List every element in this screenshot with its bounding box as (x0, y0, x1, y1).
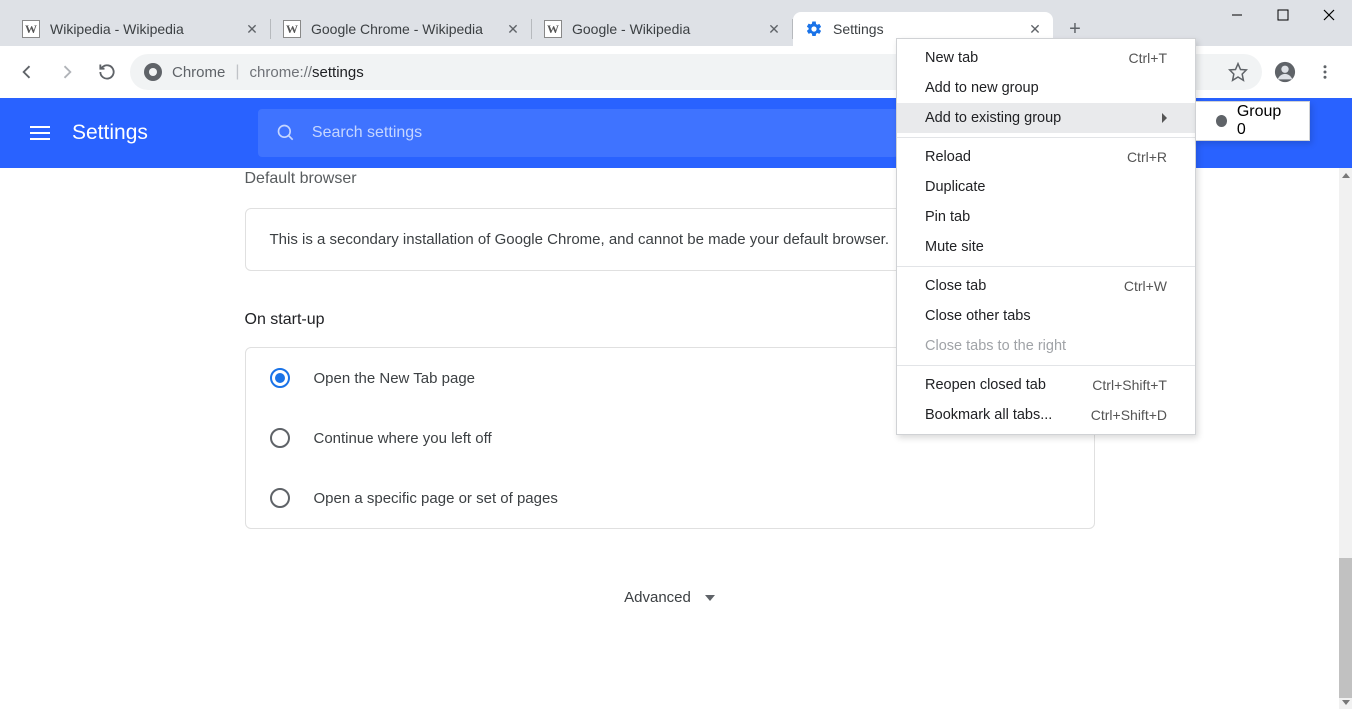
radio-label: Open a specific page or set of pages (314, 490, 558, 507)
menu-item[interactable]: Close other tabs (897, 301, 1195, 331)
menu-shortcut: Ctrl+Shift+D (1091, 407, 1167, 423)
tab-google-wiki[interactable]: W Google - Wikipedia ✕ (532, 12, 792, 46)
menu-item[interactable]: Pin tab (897, 202, 1195, 232)
back-button[interactable] (10, 55, 44, 89)
menu-item[interactable]: Bookmark all tabs... Ctrl+Shift+D (897, 400, 1195, 430)
menu-item-label: Pin tab (925, 209, 970, 225)
menu-item-label: Mute site (925, 239, 984, 255)
default-browser-message: This is a secondary installation of Goog… (270, 231, 890, 248)
menu-item[interactable]: Reopen closed tab Ctrl+Shift+T (897, 370, 1195, 400)
close-icon[interactable]: ✕ (244, 21, 260, 37)
chevron-down-icon (705, 595, 715, 601)
menu-item-label: Add to existing group (925, 110, 1061, 126)
radio-icon[interactable] (270, 368, 290, 388)
settings-search[interactable] (258, 109, 898, 157)
bookmark-star-icon[interactable] (1228, 62, 1248, 82)
tab-title: Settings (833, 21, 1027, 37)
menu-item-label: Bookmark all tabs... (925, 407, 1052, 423)
hamburger-menu-icon[interactable] (30, 121, 54, 145)
window-controls (1214, 0, 1352, 30)
close-icon[interactable]: ✕ (766, 21, 782, 37)
menu-item: Close tabs to the right (897, 331, 1195, 361)
menu-item[interactable]: Reload Ctrl+R (897, 142, 1195, 172)
radio-icon[interactable] (270, 488, 290, 508)
menu-item-label: New tab (925, 50, 978, 66)
radio-icon[interactable] (270, 428, 290, 448)
forward-button[interactable] (50, 55, 84, 89)
reload-button[interactable] (90, 55, 124, 89)
menu-item-label: Reload (925, 149, 971, 165)
radio-label: Open the New Tab page (314, 370, 476, 387)
menu-item-label: Add to new group (925, 80, 1039, 96)
wikipedia-favicon-icon: W (544, 20, 562, 38)
menu-shortcut: Ctrl+R (1127, 149, 1167, 165)
gear-icon (805, 20, 823, 38)
wikipedia-favicon-icon: W (22, 20, 40, 38)
scrollbar[interactable] (1339, 168, 1352, 709)
tab-title: Google - Wikipedia (572, 21, 766, 37)
menu-shortcut: Ctrl+Shift+T (1092, 377, 1167, 393)
menu-item[interactable]: New tab Ctrl+T (897, 43, 1195, 73)
search-icon (276, 123, 296, 143)
menu-shortcut: Ctrl+T (1129, 50, 1168, 66)
chrome-menu-button[interactable] (1308, 55, 1342, 89)
menu-separator (897, 365, 1195, 366)
menu-item[interactable]: Mute site (897, 232, 1195, 262)
advanced-label: Advanced (624, 589, 691, 606)
close-window-button[interactable] (1306, 0, 1352, 30)
tab-title: Google Chrome - Wikipedia (311, 21, 505, 37)
scroll-up-button[interactable] (1339, 168, 1352, 182)
submenu-label: Group 0 (1237, 103, 1289, 139)
menu-item[interactable]: Add to new group (897, 73, 1195, 103)
scroll-down-button[interactable] (1339, 695, 1352, 709)
menu-item-label: Duplicate (925, 179, 985, 195)
menu-item[interactable]: Add to existing group (897, 103, 1195, 133)
menu-item-label: Close tabs to the right (925, 338, 1066, 354)
maximize-button[interactable] (1260, 0, 1306, 30)
submenu-item-group0[interactable]: Group 0 (1196, 106, 1309, 136)
startup-option-specific[interactable]: Open a specific page or set of pages (246, 468, 1094, 528)
menu-shortcut: Ctrl+W (1124, 278, 1167, 294)
menu-item-label: Close tab (925, 278, 986, 294)
menu-separator (897, 137, 1195, 138)
omnibox-url: chrome://settings (250, 64, 364, 81)
search-input[interactable] (312, 124, 880, 142)
menu-item-label: Reopen closed tab (925, 377, 1046, 393)
page-title: Settings (72, 121, 148, 145)
omnibox-separator: | (235, 63, 239, 81)
menu-item[interactable]: Close tab Ctrl+W (897, 271, 1195, 301)
scroll-thumb[interactable] (1339, 558, 1352, 698)
tab-wikipedia[interactable]: W Wikipedia - Wikipedia ✕ (10, 12, 270, 46)
chrome-icon (144, 63, 162, 81)
group-color-icon (1216, 115, 1227, 127)
chevron-right-icon (1162, 113, 1167, 123)
tab-context-menu: New tab Ctrl+T Add to new group Add to exis… (896, 38, 1196, 435)
group-submenu: Group 0 (1195, 101, 1310, 141)
wikipedia-favicon-icon: W (283, 20, 301, 38)
close-icon[interactable]: ✕ (1027, 21, 1043, 37)
menu-item[interactable]: Duplicate (897, 172, 1195, 202)
close-icon[interactable]: ✕ (505, 21, 521, 37)
omnibox-scheme-label: Chrome (172, 64, 225, 81)
advanced-toggle[interactable]: Advanced (245, 589, 1095, 606)
menu-separator (897, 266, 1195, 267)
profile-button[interactable] (1268, 55, 1302, 89)
tab-chrome-wiki[interactable]: W Google Chrome - Wikipedia ✕ (271, 12, 531, 46)
minimize-button[interactable] (1214, 0, 1260, 30)
tab-title: Wikipedia - Wikipedia (50, 21, 244, 37)
radio-label: Continue where you left off (314, 430, 492, 447)
menu-item-label: Close other tabs (925, 308, 1031, 324)
